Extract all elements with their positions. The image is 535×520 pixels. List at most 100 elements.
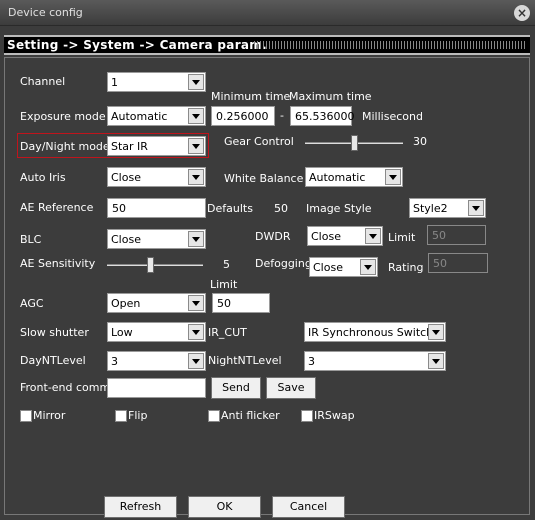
chevron-down-icon[interactable] <box>360 259 376 275</box>
ir-cut-value: IR Synchronous Switch <box>308 326 434 339</box>
ae-sensitivity-slider[interactable] <box>107 255 203 275</box>
night-nt-level-select[interactable]: 3 <box>304 351 446 371</box>
channel-label: Channel <box>20 75 66 88</box>
chevron-down-icon[interactable] <box>385 169 401 185</box>
header-divider <box>254 41 526 49</box>
image-style-value: Style2 <box>413 202 448 215</box>
channel-select-value: 1 <box>111 76 118 89</box>
white-balance-value: Automatic <box>309 171 366 184</box>
exposure-mode-select[interactable]: Automatic <box>107 106 206 126</box>
auto-iris-label: Auto Iris <box>20 171 66 184</box>
close-icon[interactable]: × <box>514 5 530 21</box>
white-balance-label: White Balance <box>224 172 304 185</box>
defogging-value: Close <box>313 261 343 274</box>
flip-label: Flip <box>128 409 148 422</box>
breadcrumb: Setting -> System -> Camera param. <box>4 35 530 55</box>
agc-label: AGC <box>20 297 44 310</box>
chevron-down-icon[interactable] <box>188 108 204 124</box>
chevron-down-icon[interactable] <box>188 231 204 247</box>
anti-flicker-label: Anti flicker <box>221 409 280 422</box>
auto-iris-select[interactable]: Close <box>107 167 206 187</box>
ae-sensitivity-value: 5 <box>223 258 230 271</box>
defaults-value: 50 <box>274 202 288 215</box>
blc-select[interactable]: Close <box>107 229 206 249</box>
chevron-down-icon[interactable] <box>428 353 444 369</box>
dwdr-limit-field[interactable]: 50 <box>427 225 486 245</box>
exposure-mode-value: Automatic <box>111 110 168 123</box>
ae-sensitivity-label: AE Sensitivity <box>20 257 96 270</box>
agc-value: Open <box>111 297 141 310</box>
day-night-select[interactable]: Star IR <box>107 136 206 156</box>
agc-select[interactable]: Open <box>107 293 206 313</box>
blc-value: Close <box>111 233 141 246</box>
breadcrumb-text: Setting -> System -> Camera param. <box>7 38 267 52</box>
chevron-down-icon[interactable] <box>188 324 204 340</box>
chevron-down-icon[interactable] <box>188 295 204 311</box>
ae-reference-label: AE Reference <box>20 201 94 214</box>
chevron-down-icon[interactable] <box>468 200 484 216</box>
image-style-select[interactable]: Style2 <box>409 198 486 218</box>
checkbox-box[interactable] <box>208 410 220 422</box>
millisecond-label: Millisecond <box>362 110 423 123</box>
checkbox-box[interactable] <box>115 410 127 422</box>
window-title: Device config <box>8 6 83 19</box>
chevron-down-icon[interactable] <box>188 74 204 90</box>
slider-track <box>107 264 203 266</box>
defogging-select[interactable]: Close <box>309 257 378 277</box>
chevron-down-icon[interactable] <box>188 169 204 185</box>
exposure-mode-label: Exposure mode <box>20 110 106 123</box>
dwdr-label: DWDR <box>255 230 291 243</box>
day-night-label: Day/Night mode <box>20 140 110 153</box>
cancel-button[interactable]: Cancel <box>272 496 345 518</box>
range-dash: - <box>280 109 284 122</box>
front-end-comm-label: Front-end comm <box>20 381 111 394</box>
image-style-label: Image Style <box>306 202 372 215</box>
gear-control-slider[interactable] <box>305 133 403 153</box>
defaults-label: Defaults <box>207 202 253 215</box>
night-nt-level-label: NightNTLevel <box>208 354 282 367</box>
ae-reference-field[interactable]: 50 <box>107 198 206 218</box>
auto-iris-value: Close <box>111 171 141 184</box>
ir-cut-label: IR_CUT <box>208 326 247 339</box>
agc-limit-label: Limit <box>210 278 238 291</box>
night-nt-level-value: 3 <box>308 355 315 368</box>
max-time-field[interactable]: 65.536000 <box>290 106 355 126</box>
dwdr-limit-label: Limit <box>388 231 416 244</box>
agc-limit-field[interactable]: 50 <box>212 293 270 313</box>
ir-cut-select[interactable]: IR Synchronous Switch <box>304 322 446 342</box>
day-nt-level-value: 3 <box>111 355 118 368</box>
irswap-label: IRSwap <box>314 409 355 422</box>
blc-label: BLC <box>20 233 42 246</box>
dwdr-value: Close <box>311 230 341 243</box>
save-button[interactable]: Save <box>266 377 316 399</box>
title-bar: Device config × <box>0 0 535 26</box>
checkbox-box[interactable] <box>301 410 313 422</box>
min-time-field[interactable]: 0.256000 <box>211 106 275 126</box>
front-end-comm-field[interactable] <box>107 378 206 398</box>
defogging-label: Defogging <box>255 257 312 270</box>
channel-select[interactable]: 1 <box>107 72 206 92</box>
chevron-down-icon[interactable] <box>365 228 381 244</box>
chevron-down-icon[interactable] <box>188 353 204 369</box>
dwdr-select[interactable]: Close <box>307 226 383 246</box>
chevron-down-icon[interactable] <box>428 324 444 340</box>
ok-button[interactable]: OK <box>188 496 261 518</box>
checkbox-box[interactable] <box>20 410 32 422</box>
send-button[interactable]: Send <box>211 377 261 399</box>
slow-shutter-label: Slow shutter <box>20 326 89 339</box>
slider-thumb[interactable] <box>147 257 154 273</box>
slider-thumb[interactable] <box>351 135 358 151</box>
day-night-value: Star IR <box>111 140 148 153</box>
day-nt-level-select[interactable]: 3 <box>107 351 206 371</box>
gear-control-value: 30 <box>413 135 427 148</box>
day-nt-level-label: DayNTLevel <box>20 354 86 367</box>
gear-control-label: Gear Control <box>224 135 294 148</box>
refresh-button[interactable]: Refresh <box>104 496 177 518</box>
max-time-label: Maximum time <box>289 90 372 103</box>
defogging-rating-field[interactable]: 50 <box>428 253 488 273</box>
slow-shutter-value: Low <box>111 326 133 339</box>
slow-shutter-select[interactable]: Low <box>107 322 206 342</box>
min-time-label: Minimum time <box>211 90 291 103</box>
chevron-down-icon[interactable] <box>188 138 204 154</box>
white-balance-select[interactable]: Automatic <box>305 167 403 187</box>
